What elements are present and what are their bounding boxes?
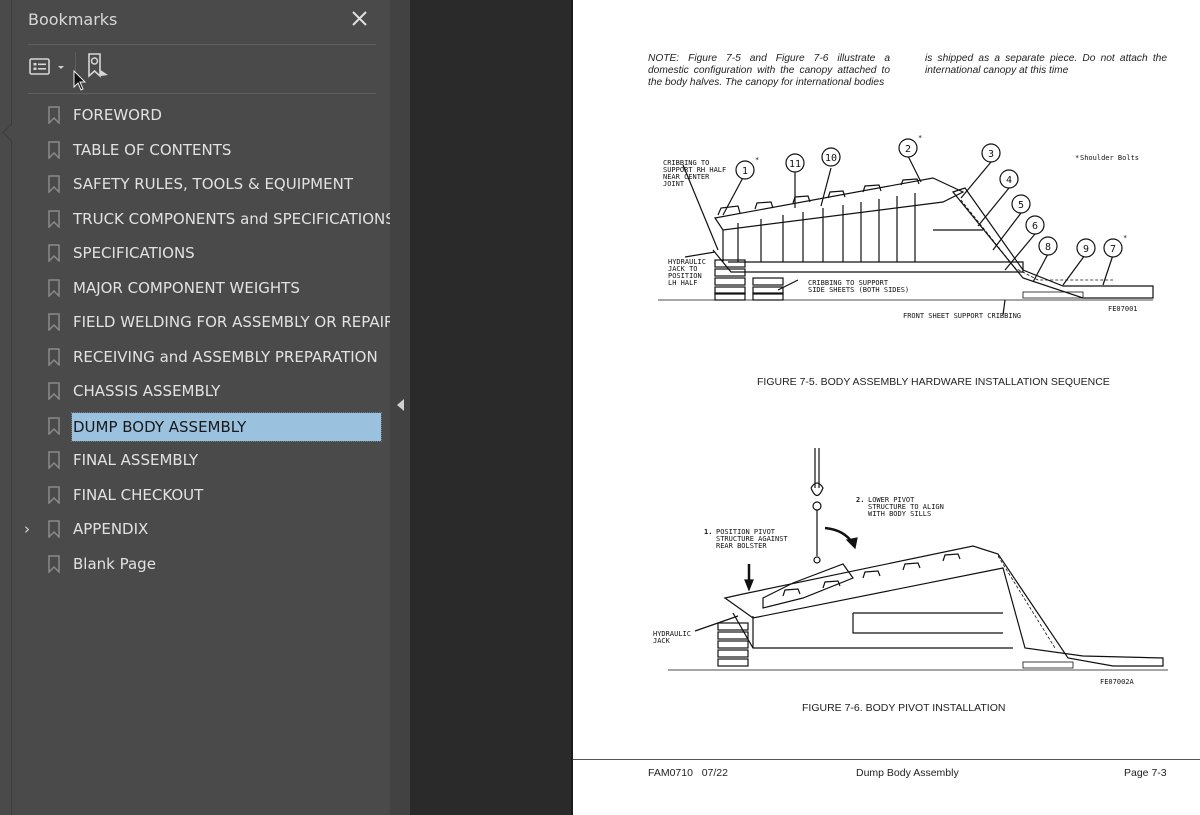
bookmark-label: MAJOR COMPONENT WEIGHTS — [73, 278, 300, 297]
bookmark-item[interactable]: FINAL CHECKOUT — [44, 481, 384, 509]
svg-text:*: * — [918, 134, 922, 142]
bookmark-label: TABLE OF CONTENTS — [73, 140, 232, 159]
footer-page-number: Page 7-3 — [1124, 767, 1167, 779]
bookmark-icon — [48, 451, 60, 469]
footer-divider — [573, 759, 1200, 760]
drawing-id: FE07001 — [1108, 305, 1138, 313]
bookmark-item[interactable]: FINAL ASSEMBLY — [44, 446, 384, 474]
callout-5: 5 — [1018, 200, 1024, 211]
bookmark-label: SAFETY RULES, TOOLS & EQUIPMENT — [73, 175, 353, 193]
bookmark-item[interactable]: DUMP BODY ASSEMBLY — [44, 411, 384, 442]
bookmark-item[interactable]: SAFETY RULES, TOOLS & EQUIPMENT — [44, 170, 384, 198]
bookmark-icon — [48, 244, 60, 262]
step-2-number: 2. — [856, 496, 864, 504]
figure-7-6-caption: FIGURE 7-6. BODY PIVOT INSTALLATION — [802, 702, 1006, 714]
document-page: NOTE: Figure 7-5 and Figure 7-6 illustra… — [573, 0, 1200, 815]
bookmark-item[interactable]: Blank Page — [44, 550, 384, 578]
bookmark-label: FINAL ASSEMBLY — [73, 451, 199, 469]
step-1-number: 1. — [704, 528, 712, 536]
note-text-column-2: is shipped as a separate piece. Do not a… — [925, 53, 1167, 76]
panel-pointer — [2, 123, 21, 142]
mouse-cursor-icon — [73, 70, 87, 91]
note-text-column-1: NOTE: Figure 7-5 and Figure 7-6 illustra… — [648, 53, 890, 88]
drawing-id: FE07002A — [1100, 678, 1135, 686]
bookmark-icon — [48, 485, 60, 504]
divider — [28, 44, 376, 45]
label-hydraulic-jack: LH HALF — [668, 279, 698, 287]
bookmark-icon — [48, 554, 60, 573]
bookmark-label: FOREWORD — [73, 106, 162, 124]
bookmark-label: CHASSIS ASSEMBLY — [73, 382, 221, 400]
callout-4: 4 — [1006, 175, 1012, 186]
bookmark-label: RECEIVING and ASSEMBLY PREPARATION — [73, 347, 378, 366]
bookmark-icon — [48, 520, 60, 538]
bookmark-icon — [48, 347, 60, 366]
bookmark-item[interactable]: FOREWORD — [44, 101, 384, 129]
bookmark-label: DUMP BODY ASSEMBLY — [71, 411, 382, 442]
bookmark-options-button[interactable] — [28, 56, 68, 80]
figure-7-5-drawing: 1 11 10 2 3 4 5 6 8 9 7 * * * * Shoulder B… — [658, 134, 1154, 320]
list-options-icon — [29, 58, 50, 75]
label-front-cribbing: FRONT SHEET SUPPORT CRIBBING — [903, 312, 1021, 320]
label-cribbing-rh: JOINT — [663, 180, 685, 188]
bookmark-item[interactable]: RECEIVING and ASSEMBLY PREPARATION — [44, 343, 384, 371]
bookmark-item[interactable]: TABLE OF CONTENTS — [44, 136, 384, 164]
expand-chevron-icon[interactable]: › — [24, 519, 38, 539]
bookmark-item[interactable]: › APPENDIX — [24, 515, 384, 543]
callout-11: 11 — [789, 159, 801, 170]
bookmark-item[interactable]: MAJOR COMPONENT WEIGHTS — [44, 274, 384, 302]
label-hydraulic-jack: JACK — [653, 637, 671, 645]
bookmarks-panel: Bookmarks FOREWORD TABLE OF CONTENTS SAFET… — [0, 0, 395, 815]
bookmark-label: SPECIFICATIONS — [73, 244, 195, 262]
legend-shoulder-bolts: Shoulder Bolts — [1080, 154, 1139, 162]
bookmark-item[interactable]: CHASSIS ASSEMBLY — [44, 377, 384, 405]
step-1-text: REAR BOLSTER — [716, 542, 767, 550]
bookmark-item[interactable]: FIELD WELDING FOR ASSEMBLY OR REPAIR — [44, 308, 394, 336]
find-current-bookmark-button[interactable] — [86, 52, 112, 80]
callout-6: 6 — [1032, 221, 1038, 232]
figure-7-5-caption: FIGURE 7-5. BODY ASSEMBLY HARDWARE INSTA… — [757, 376, 1110, 388]
figure-7-6-drawing: 1. POSITION PIVOT STRUCTURE AGAINST REAR… — [653, 448, 1168, 686]
bookmark-item[interactable]: TRUCK COMPONENTS and SPECIFICATIONS — [44, 205, 395, 233]
bookmark-icon — [48, 140, 60, 159]
chevron-down-icon — [58, 66, 64, 69]
bookmark-icon — [48, 175, 60, 193]
bookmark-label: TRUCK COMPONENTS and SPECIFICATIONS — [73, 209, 395, 228]
callout-3: 3 — [988, 149, 994, 160]
bookmark-label: FIELD WELDING FOR ASSEMBLY OR REPAIR — [73, 313, 395, 331]
bookmark-item[interactable]: SPECIFICATIONS — [44, 239, 384, 267]
bookmark-icon — [48, 106, 60, 124]
collapse-panel-arrow-icon[interactable] — [397, 399, 404, 411]
close-icon — [352, 11, 367, 26]
callout-10: 10 — [825, 153, 837, 164]
bookmark-icon — [48, 382, 60, 400]
svg-text:*: * — [755, 156, 759, 164]
bookmark-label: FINAL CHECKOUT — [73, 485, 204, 504]
step-2-text: WITH BODY SILLS — [868, 510, 931, 518]
label-cribbing-side: SIDE SHEETS (BOTH SIDES) — [808, 286, 909, 294]
bookmark-label: APPENDIX — [73, 520, 149, 538]
callout-2: 2 — [905, 144, 911, 155]
divider — [28, 93, 376, 94]
panel-title: Bookmarks — [28, 10, 118, 29]
bookmark-icon — [48, 278, 60, 297]
svg-text:*: * — [1123, 234, 1127, 242]
callout-1: 1 — [742, 166, 748, 177]
callout-7: 7 — [1110, 244, 1116, 255]
bookmark-icon — [48, 209, 60, 228]
footer-doc-id: FAM0710 07/22 — [648, 767, 728, 779]
footer-section: Dump Body Assembly — [856, 767, 959, 779]
callout-9: 9 — [1083, 244, 1089, 255]
bookmark-icon — [48, 416, 60, 435]
bookmark-icon — [48, 313, 60, 331]
find-current-bookmark-icon — [88, 53, 108, 78]
close-panel-button[interactable] — [349, 8, 371, 30]
svg-text:*: * — [1075, 154, 1079, 162]
callout-8: 8 — [1045, 242, 1051, 253]
bookmark-label: Blank Page — [73, 554, 156, 573]
